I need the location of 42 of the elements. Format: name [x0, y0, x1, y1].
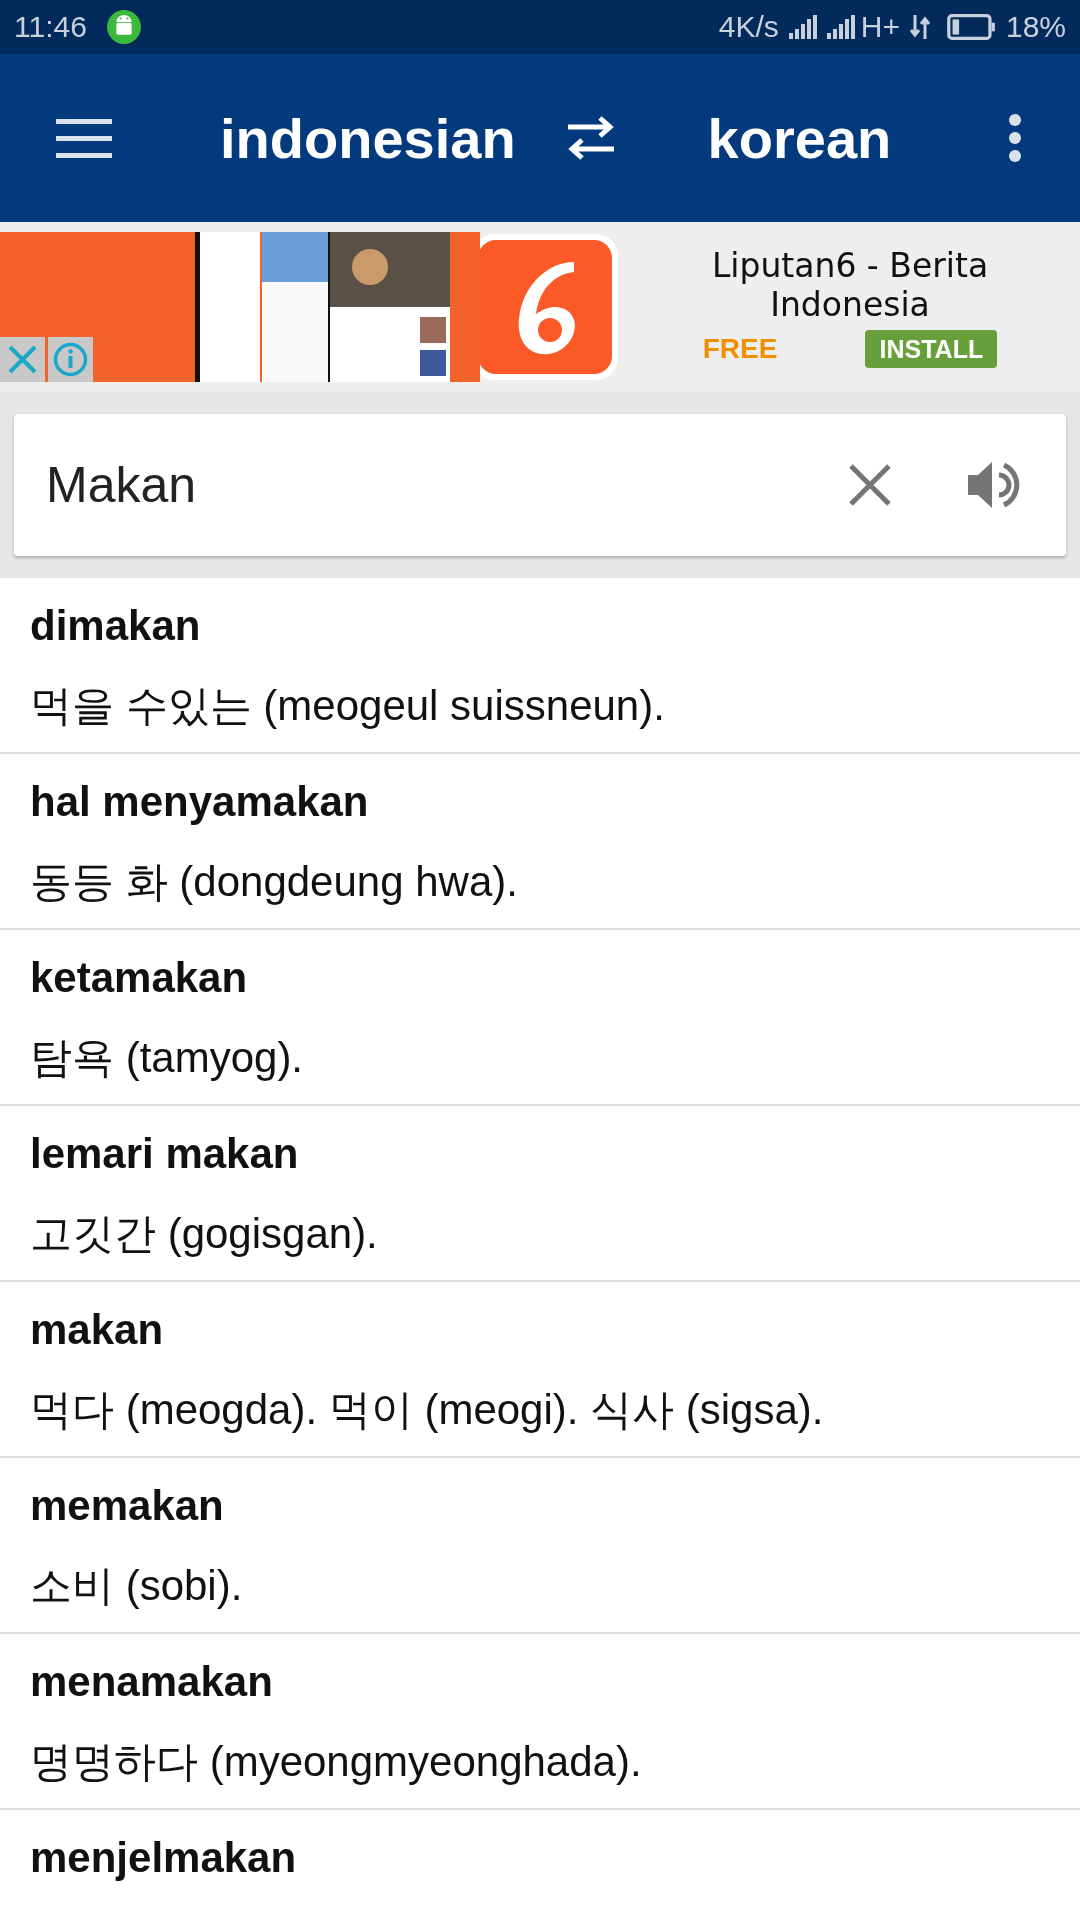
- clear-icon[interactable]: [848, 463, 892, 507]
- result-item[interactable]: memakan 소비 (sobi).: [0, 1458, 1080, 1634]
- battery-icon: [945, 14, 996, 40]
- result-word: dimakan: [30, 601, 202, 651]
- more-options-icon[interactable]: [1008, 113, 1022, 163]
- result-word: menjelmakan: [30, 1833, 298, 1883]
- speaker-icon[interactable]: [966, 459, 1022, 511]
- signal-icon: [788, 15, 817, 39]
- network-speed: 4K/s: [718, 10, 779, 44]
- result-item[interactable]: makan 먹다 (meogda). 먹이 (meogi). 식사 (sigsa).: [0, 1282, 1080, 1458]
- result-word: menamakan: [30, 1657, 274, 1707]
- result-word: hal menyamakan: [30, 777, 370, 827]
- menu-icon[interactable]: [56, 118, 112, 158]
- result-item[interactable]: ketamakan 탐욕 (tamyog).: [0, 930, 1080, 1106]
- status-time: 11:46: [14, 10, 87, 44]
- battery-percent: 18%: [1005, 10, 1066, 44]
- source-language-button[interactable]: indonesian: [220, 105, 516, 171]
- network-type: H+: [860, 10, 900, 44]
- ad-title: Liputan6 - Berita Indonesia: [710, 246, 990, 324]
- signal-icon: [826, 15, 855, 39]
- result-word: lemari makan: [30, 1129, 300, 1179]
- result-translation: 소비 (sobi).: [30, 1561, 244, 1611]
- target-language-button[interactable]: korean: [707, 105, 892, 171]
- result-translation: 명명하다 (myeongmyeonghada).: [30, 1737, 643, 1787]
- result-word: makan: [30, 1305, 165, 1355]
- result-translation: 고깃간 (gogisgan).: [30, 1209, 379, 1259]
- result-translation: 탐욕 (tamyog).: [30, 1033, 305, 1083]
- result-item[interactable]: dimakan 먹을 수있는 (meogeul suissneun).: [0, 578, 1080, 754]
- result-item[interactable]: hal menyamakan 동등 화 (dongdeung hwa).: [0, 754, 1080, 930]
- result-item[interactable]: menamakan 명명하다 (myeongmyeonghada).: [0, 1634, 1080, 1810]
- data-arrows-icon: [909, 14, 930, 40]
- android-icon: [106, 10, 141, 44]
- result-word: ketamakan: [30, 953, 249, 1003]
- result-item[interactable]: menjelmakan: [0, 1810, 1080, 1920]
- search-field[interactable]: Makan: [14, 414, 1066, 556]
- result-word: memakan: [30, 1481, 225, 1531]
- result-translation: 먹다 (meogda). 먹이 (meogi). 식사 (sigsa).: [30, 1385, 825, 1435]
- search-text: Makan: [46, 456, 198, 514]
- price-label: FREE: [702, 333, 778, 365]
- result-translation: 먹을 수있는 (meogeul suissneun).: [30, 681, 666, 731]
- result-translation: 동등 화 (dongdeung hwa).: [30, 857, 519, 907]
- result-item[interactable]: lemari makan 고깃간 (gogisgan).: [0, 1106, 1080, 1282]
